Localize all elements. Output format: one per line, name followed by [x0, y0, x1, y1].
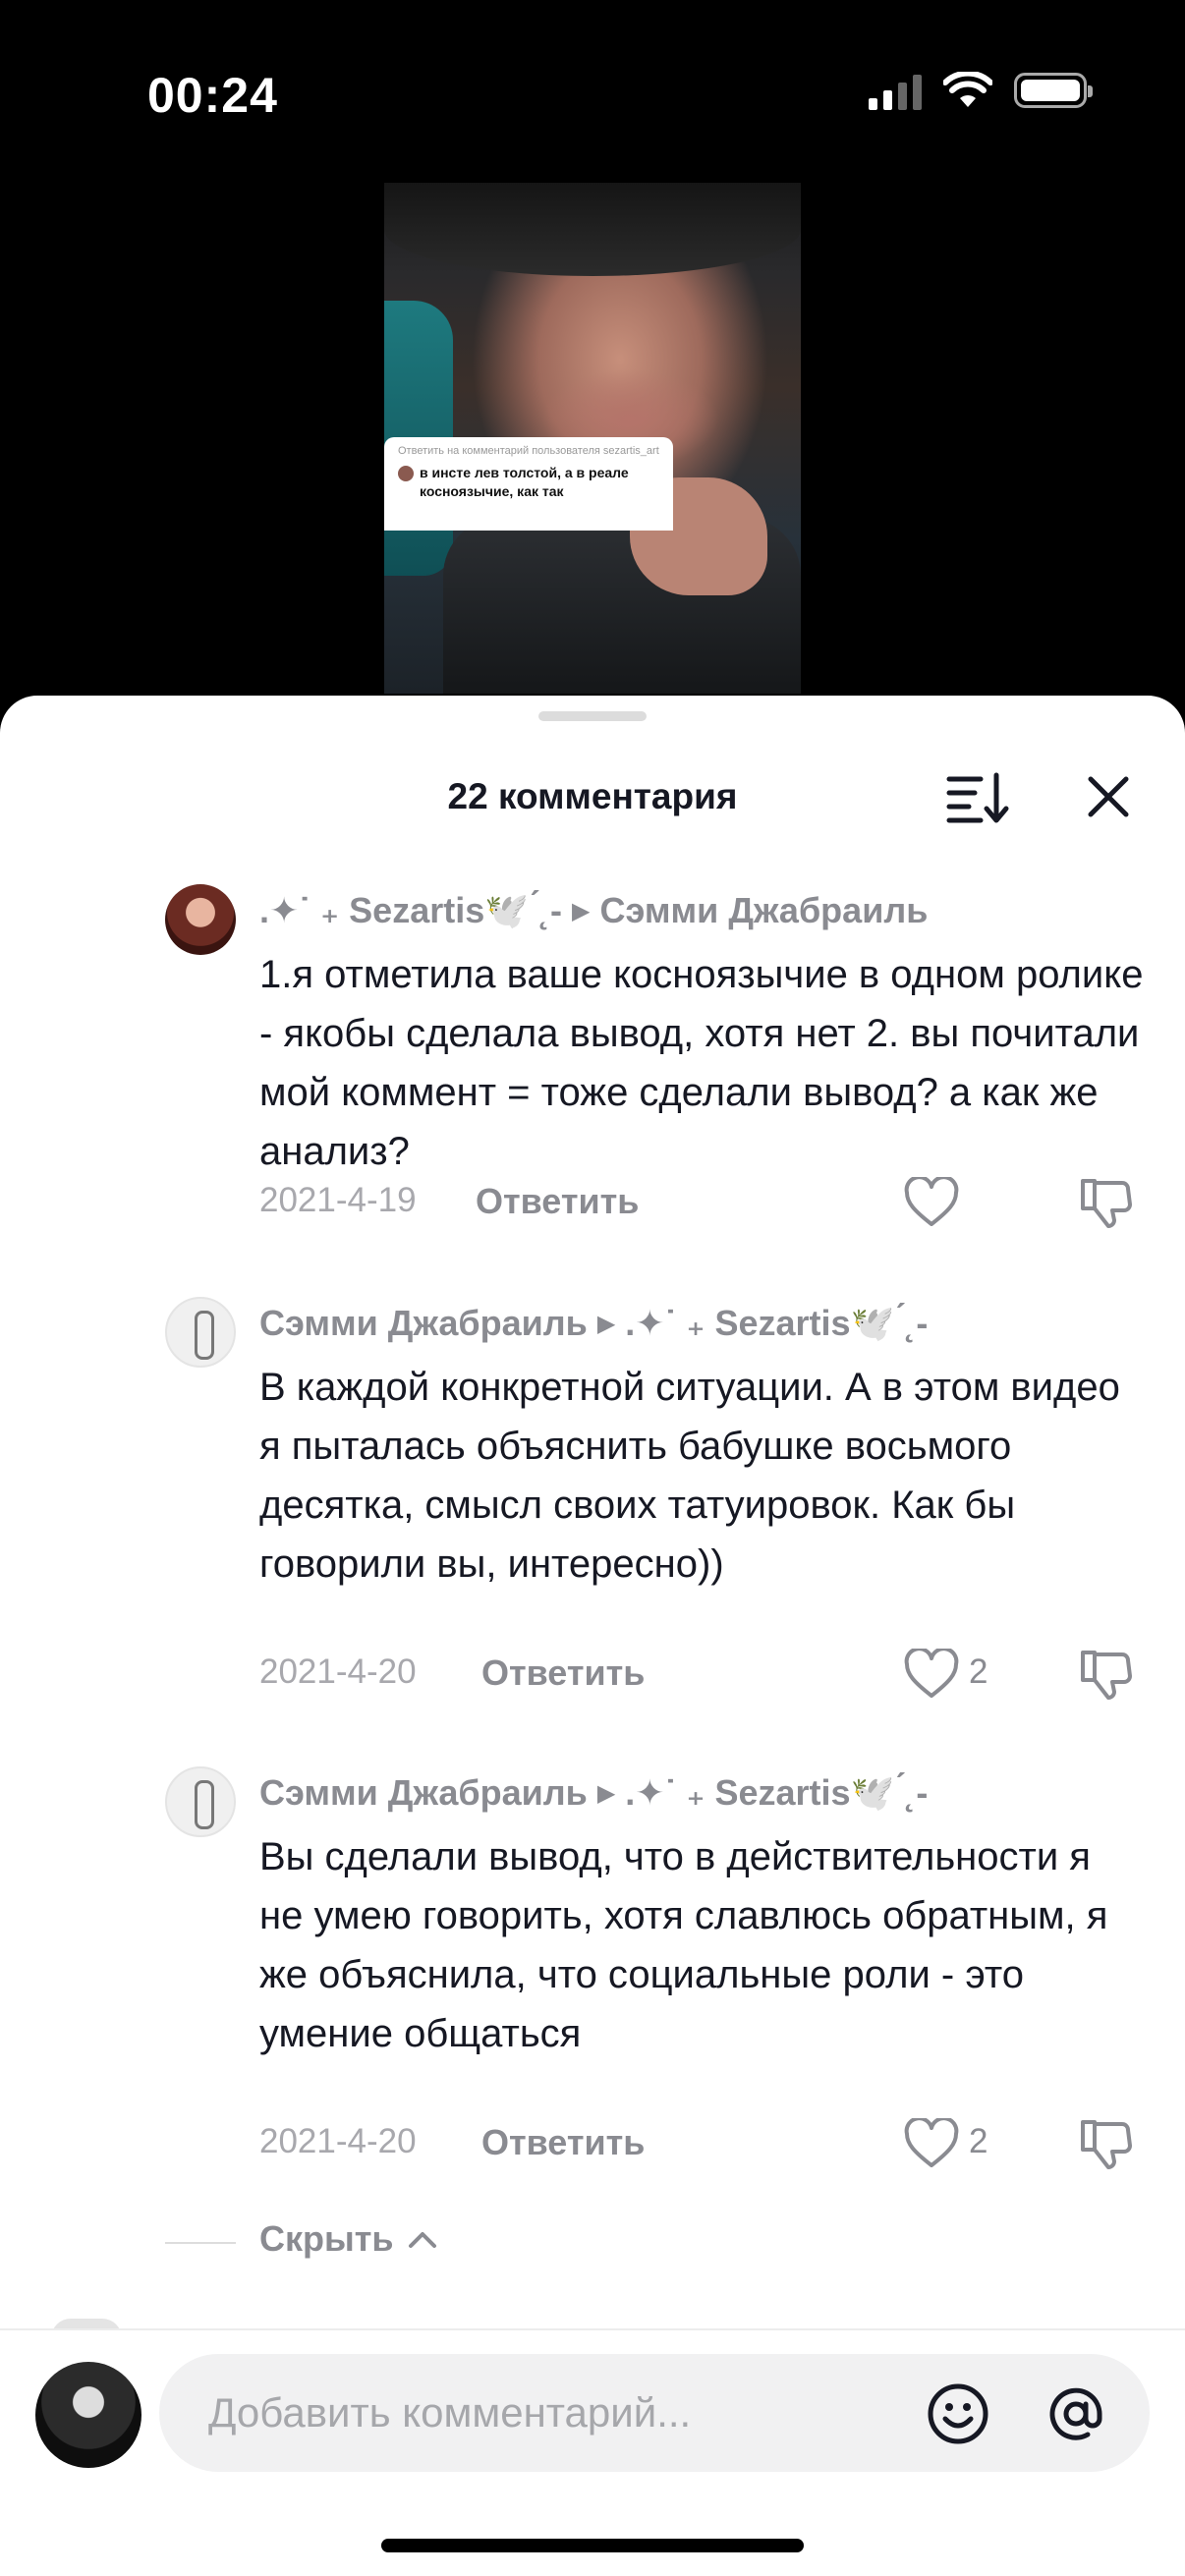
comments-sheet: 22 комментария .✦˙ ₊ Sezartis🕊️ ́˛- ▶ Сэмм… [0, 696, 1185, 2576]
heart-icon[interactable] [904, 2118, 959, 2169]
comment-reply-button[interactable]: Ответить [476, 1181, 639, 1222]
reply-arrow-icon: ▶ [572, 898, 591, 924]
comment-reply-to[interactable]: .✦˙ ₊ Sezartis🕊️ ́˛- [625, 1772, 928, 1813]
comment-date: 2021-4-20 [259, 2122, 417, 2160]
hide-replies-button[interactable]: Скрыть [259, 2218, 394, 2260]
at-icon[interactable] [1044, 2381, 1108, 2446]
reply-bubble: Ответить на комментарий пользователя sez… [384, 437, 673, 531]
comment-input[interactable]: Добавить комментарий... [159, 2354, 1150, 2472]
cellular-signal-icon [869, 71, 922, 110]
dislike-icon[interactable] [1079, 1647, 1134, 1702]
comment-reply-button[interactable]: Ответить [481, 2122, 645, 2163]
comment-text: Вы сделали вывод, что в действительности… [259, 1835, 1108, 2055]
status-icons [869, 71, 1093, 110]
like-count: 2 [969, 1652, 988, 1691]
sheet-grabber[interactable] [538, 711, 647, 721]
reply-arrow-icon: ▶ [596, 1780, 616, 1807]
home-indicator [381, 2539, 804, 2552]
comment-author[interactable]: .✦˙ ₊ Sezartis🕊️ ́˛- [259, 890, 562, 930]
heart-icon[interactable] [904, 1649, 959, 1700]
heart-icon[interactable] [904, 1177, 959, 1228]
comment-author-line[interactable]: Сэмми Джабраиль ▶ .✦˙ ₊ Sezartis🕊️ ́˛- [259, 1303, 928, 1344]
divider [165, 2242, 236, 2244]
reply-arrow-icon: ▶ [596, 1311, 616, 1337]
close-icon[interactable] [1079, 767, 1138, 826]
reply-bubble-text: в инсте лев толстой, а в реале косноязыч… [420, 465, 629, 499]
avatar[interactable] [165, 1297, 236, 1368]
emoji-icon[interactable] [926, 2381, 990, 2446]
reply-bubble-header: Ответить на комментарий пользователя sez… [398, 445, 659, 457]
comment-input-placeholder[interactable]: Добавить комментарий... [208, 2389, 691, 2436]
dislike-icon[interactable] [1079, 2116, 1134, 2171]
status-bar: 00:24 [0, 0, 1185, 177]
comment-text: 1.я отметила ваше косноязычие в одном ро… [259, 953, 1144, 1173]
comment-reply-button[interactable]: Ответить [481, 1652, 645, 1694]
comment-reply-to[interactable]: Сэмми Джабраиль [600, 890, 929, 930]
status-time: 00:24 [147, 68, 278, 123]
like-count: 2 [969, 2122, 988, 2160]
comment-text: В каждой конкретной ситуации. А в этом в… [259, 1366, 1120, 1586]
comment-reply-to[interactable]: .✦˙ ₊ Sezartis🕊️ ́˛- [625, 1303, 928, 1343]
reply-bubble-avatar [398, 466, 414, 481]
comment-author-line[interactable]: Сэмми Джабраиль ▶ .✦˙ ₊ Sezartis🕊️ ́˛- [259, 1772, 928, 1814]
sort-icon[interactable] [945, 767, 1010, 826]
chevron-up-icon [409, 2232, 436, 2248]
dislike-icon[interactable] [1079, 1175, 1134, 1230]
comment-author[interactable]: Сэмми Джабраиль [259, 1303, 588, 1343]
avatar[interactable] [165, 884, 236, 955]
comment-author-line[interactable]: .✦˙ ₊ Sezartis🕊️ ́˛- ▶ Сэмми Джабраиль [259, 890, 928, 931]
comment-date: 2021-4-20 [259, 1652, 417, 1691]
comment-date: 2021-4-19 [259, 1181, 417, 1219]
current-user-avatar[interactable] [35, 2362, 141, 2468]
battery-icon [1014, 73, 1093, 108]
wifi-icon [943, 72, 992, 107]
comment-input-bar: Добавить комментарий... [0, 2328, 1185, 2576]
avatar[interactable] [165, 1766, 236, 1837]
comment-author[interactable]: Сэмми Джабраиль [259, 1772, 588, 1813]
